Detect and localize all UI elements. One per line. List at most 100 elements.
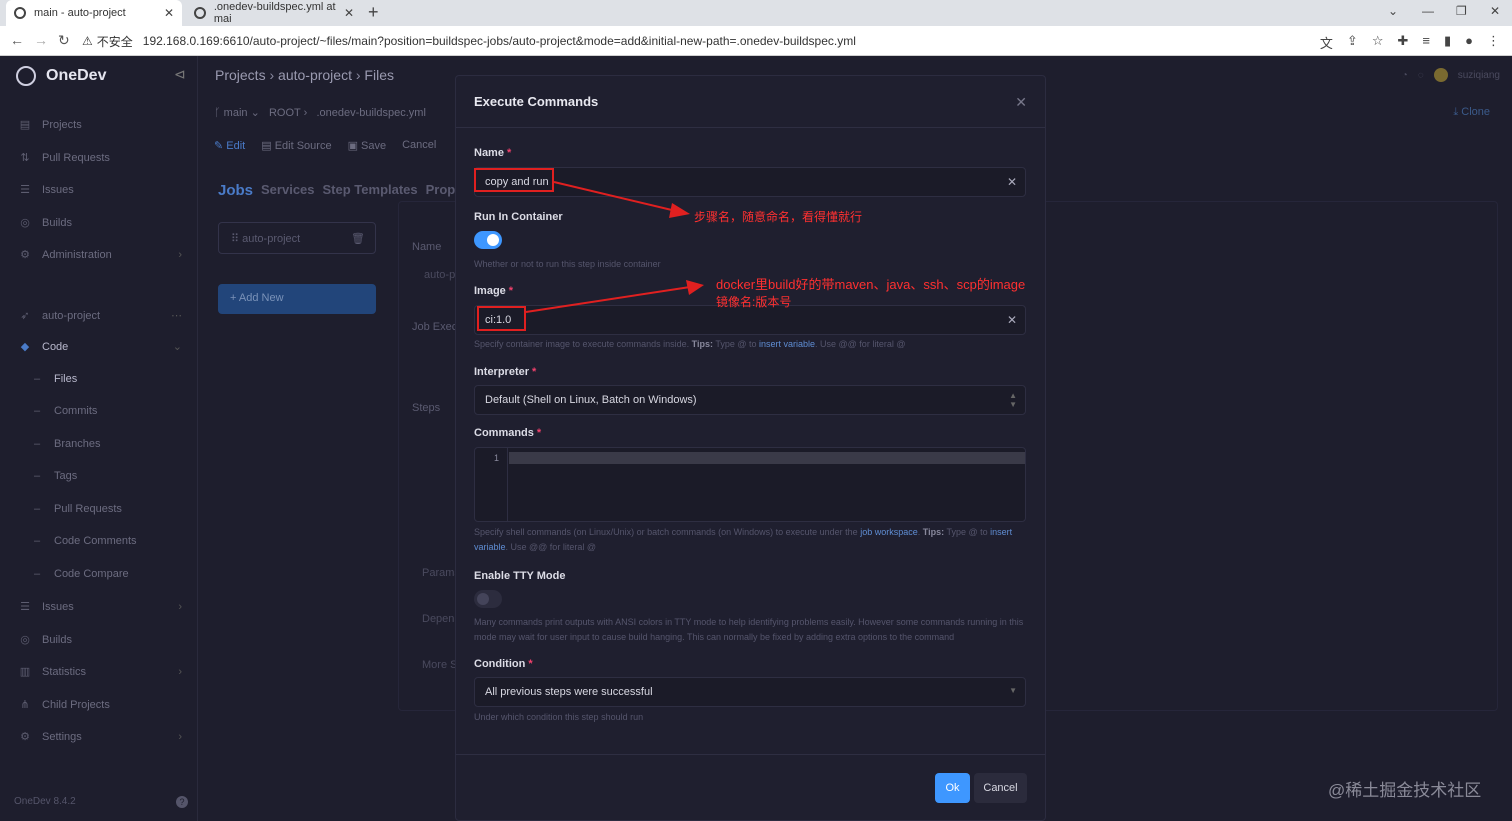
- required-marker: *: [506, 147, 512, 159]
- name-field[interactable]: copy and run ✕: [474, 167, 1026, 197]
- buildspec-tabs: Jobs Services Step Templates Proper: [218, 182, 468, 199]
- sidebar-item-projects[interactable]: ▤ Projects: [18, 118, 186, 132]
- pull-request-icon: ⇅: [20, 152, 30, 164]
- required-marker: *: [528, 658, 533, 670]
- run-in-container-hint: Whether or not to run this step inside c…: [474, 259, 661, 269]
- profile-icon[interactable]: ●: [1465, 33, 1473, 52]
- sidebar-item-settings[interactable]: ⚙ Settings ›: [18, 730, 186, 744]
- bookmark-star-icon[interactable]: ☆: [1372, 33, 1384, 52]
- bg-name-label: Name: [412, 241, 442, 253]
- admin-icon: ⚙: [20, 249, 30, 261]
- translate-icon[interactable]: 文: [1320, 33, 1333, 52]
- back-icon[interactable]: ←: [10, 32, 24, 48]
- sidebar-item-pull-requests[interactable]: ⇅ Pull Requests: [18, 151, 186, 165]
- share-icon[interactable]: ⇪: [1347, 33, 1358, 52]
- clear-icon[interactable]: ✕: [1007, 313, 1017, 327]
- tab-search-icon[interactable]: ⌄: [1388, 4, 1398, 18]
- cancel-button[interactable]: Cancel: [974, 773, 1027, 803]
- user-name[interactable]: suziqiang: [1458, 70, 1500, 81]
- sidebar-item-issues[interactable]: ☰ Issues: [18, 183, 186, 197]
- sidebar-item-code[interactable]: ◆ Code ⌄: [18, 340, 186, 354]
- forward-icon[interactable]: →: [34, 32, 48, 48]
- side-panel-icon[interactable]: ▮: [1444, 33, 1451, 52]
- close-tab-icon[interactable]: ✕: [164, 6, 174, 20]
- add-new-job-button[interactable]: + Add New: [218, 284, 376, 314]
- address-bar: ← → ↻ ⚠ 不安全 192.168.0.169:6610/auto-proj…: [0, 26, 1512, 56]
- close-tab-icon[interactable]: ✕: [344, 6, 354, 20]
- minimize-icon[interactable]: —: [1422, 4, 1434, 18]
- job-item[interactable]: ⠿ auto-project 🗑: [218, 222, 376, 254]
- sidebar-item-administration[interactable]: ⚙ Administration ›: [18, 248, 186, 262]
- sidebar-item-tags[interactable]: – Tags: [30, 470, 198, 482]
- commands-editor[interactable]: 1: [474, 447, 1026, 522]
- tab-edit[interactable]: ✎ Edit: [214, 139, 245, 152]
- sidebar-item-child-projects[interactable]: ⋔ Child Projects: [18, 698, 186, 712]
- sidebar-item-builds[interactable]: ◎ Builds: [18, 216, 186, 230]
- delete-icon[interactable]: 🗑: [351, 232, 365, 245]
- sidebar-item-code-comments[interactable]: – Code Comments: [30, 535, 198, 547]
- cancel-edit-button[interactable]: Cancel: [402, 139, 436, 152]
- sidebar-item-label: Child Projects: [42, 698, 110, 711]
- sidebar-item-statistics[interactable]: ▥ Statistics ›: [18, 665, 186, 679]
- sidebar-item-branches[interactable]: – Branches: [30, 438, 198, 450]
- tab-title: main - auto-project: [34, 7, 126, 19]
- condition-select[interactable]: All previous steps were successful ▼: [474, 677, 1026, 707]
- tab-edit-source[interactable]: ▤ Edit Source: [261, 139, 331, 152]
- avatar[interactable]: [1433, 68, 1448, 82]
- branch-selector[interactable]: main: [224, 107, 248, 119]
- help-icon[interactable]: ?: [176, 796, 188, 808]
- tab-step-templates[interactable]: Step Templates: [323, 182, 418, 199]
- brand[interactable]: OneDev: [16, 66, 106, 86]
- url-field[interactable]: ⚠ 不安全 192.168.0.169:6610/auto-project/~f…: [82, 30, 1300, 52]
- path-root[interactable]: ROOT: [269, 107, 301, 119]
- hint-text: Type @ to: [946, 527, 988, 537]
- sidebar-project[interactable]: ➶ auto-project ⋯: [18, 309, 186, 323]
- tty-toggle[interactable]: [474, 590, 502, 608]
- browser-tab[interactable]: .onedev-buildspec.yml at mai ✕: [186, 0, 362, 26]
- sidebar-item-label: Code Comments: [54, 535, 137, 547]
- ok-button[interactable]: Ok: [935, 773, 970, 803]
- browser-tab-active[interactable]: main - auto-project ✕: [6, 0, 182, 26]
- clone-button[interactable]: ⤓ Clone: [1453, 106, 1490, 119]
- notification-icon[interactable]: ◔: [1402, 70, 1408, 81]
- clear-icon[interactable]: ✕: [1007, 175, 1017, 189]
- bullet-icon: –: [33, 438, 41, 450]
- extensions-icon[interactable]: ✚: [1397, 33, 1408, 52]
- menu-icon[interactable]: ⋮: [1487, 33, 1500, 52]
- collapse-sidebar-icon[interactable]: ⊲: [174, 66, 186, 83]
- sidebar-item-commits[interactable]: – Commits: [30, 405, 198, 417]
- new-tab-icon[interactable]: +: [368, 2, 379, 23]
- name-value: copy and run: [485, 176, 549, 188]
- builds-icon: ◎: [20, 634, 30, 646]
- save-button[interactable]: ▣ Save: [348, 139, 387, 152]
- hint-text: . Use @@ for literal @: [815, 339, 906, 349]
- window-close-icon[interactable]: ✕: [1490, 4, 1500, 18]
- sidebar-item-project-issues[interactable]: ☰ Issues ›: [18, 600, 186, 614]
- interpreter-label: Interpreter *: [474, 366, 536, 378]
- required-marker: *: [532, 366, 537, 378]
- more-icon[interactable]: ⋯: [171, 309, 182, 322]
- breadcrumb-projects[interactable]: Projects: [215, 67, 266, 83]
- bg-dependencies-label: Depen: [422, 613, 455, 625]
- sidebar-item-code-pull-requests[interactable]: – Pull Requests: [30, 503, 198, 515]
- line-number: 1: [493, 453, 499, 463]
- run-in-container-toggle[interactable]: [474, 231, 502, 249]
- watermark: @稀土掘金技术社区: [1328, 781, 1482, 800]
- sidebar-item-label: Projects: [42, 118, 82, 131]
- sidebar-item-project-builds[interactable]: ◎ Builds: [18, 633, 186, 647]
- restore-icon[interactable]: ❐: [1456, 4, 1467, 18]
- reading-list-icon[interactable]: ≡: [1422, 33, 1430, 52]
- interpreter-select[interactable]: Default (Shell on Linux, Batch on Window…: [474, 385, 1026, 415]
- sidebar-item-files[interactable]: – Files: [30, 373, 198, 385]
- insert-variable-link[interactable]: insert variable: [759, 339, 815, 349]
- reload-icon[interactable]: ↻: [58, 32, 70, 49]
- close-icon[interactable]: ✕: [1015, 94, 1027, 111]
- sidebar-item-code-compare[interactable]: – Code Compare: [30, 568, 198, 580]
- chat-icon[interactable]: ◌: [1418, 70, 1424, 81]
- version-label: OneDev 8.4.2: [14, 796, 76, 807]
- breadcrumb: Projects › auto-project › Files: [215, 67, 394, 83]
- tab-jobs[interactable]: Jobs: [218, 182, 253, 199]
- breadcrumb-project[interactable]: auto-project: [278, 67, 352, 83]
- job-workspace-link[interactable]: job workspace: [860, 527, 918, 537]
- tab-services[interactable]: Services: [261, 182, 315, 199]
